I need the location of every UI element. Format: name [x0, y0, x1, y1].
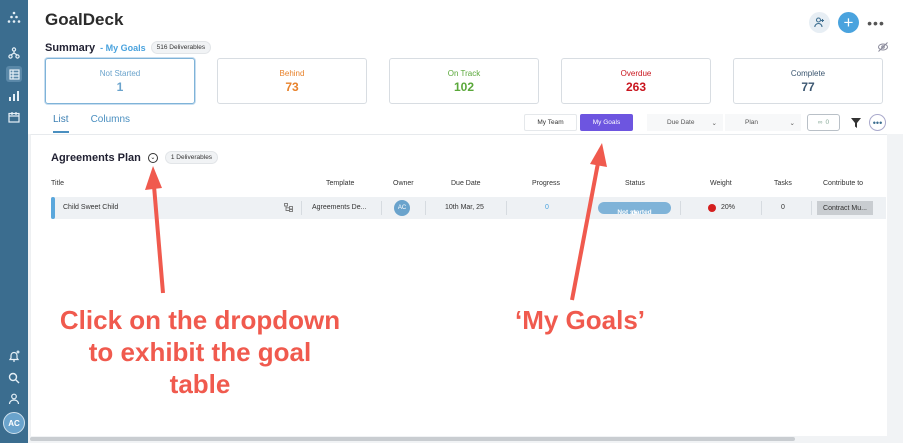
user-icon[interactable] [6, 391, 22, 407]
summary-card-complete[interactable]: Complete 77 [733, 58, 883, 104]
card-title: Overdue [620, 69, 652, 78]
divider [301, 201, 302, 215]
bell-icon[interactable] [6, 348, 22, 364]
logo-dots-icon[interactable] [6, 10, 22, 26]
hierarchy-icon[interactable] [284, 203, 293, 214]
filter-controls: My Team My Goals Due Date ⌄ Plan ⌄ ∞ 0 •… [524, 114, 886, 131]
add-user-button[interactable] [809, 12, 830, 33]
card-value: 102 [453, 80, 475, 94]
card-value: 77 [801, 80, 815, 94]
divider [761, 201, 762, 215]
tab-list[interactable]: List [53, 114, 69, 133]
plan-deliverables-badge: 1 Deliverables [164, 151, 219, 164]
card-title: On Track [447, 69, 481, 78]
card-title: Not Started [99, 69, 141, 78]
card-value: 1 [116, 80, 124, 94]
col-weight[interactable]: Weight [710, 180, 732, 187]
view-tabs: List Columns [53, 114, 130, 133]
summary-sub: - My Goals [100, 42, 146, 53]
deliverables-count-badge: 516 Deliverables [150, 41, 212, 54]
card-value: 73 [285, 80, 299, 94]
card-title: Behind [279, 69, 305, 78]
summary-label: Summary [45, 41, 96, 54]
status-badge[interactable]: ⟳ Not started [598, 202, 671, 217]
col-status[interactable]: Status [625, 180, 645, 187]
row-template: Agreements De... [312, 204, 367, 211]
divider [506, 201, 507, 215]
my-goals-button[interactable]: My Goals [580, 114, 633, 131]
more-options-button[interactable]: ••• [869, 114, 886, 131]
summary-card-on-track[interactable]: On Track 102 [389, 58, 539, 104]
card-value: 263 [625, 80, 647, 94]
my-team-button[interactable]: My Team [524, 114, 577, 131]
col-tasks[interactable]: Tasks [774, 180, 792, 187]
col-progress[interactable]: Progress [532, 180, 560, 187]
status-text: Not started [617, 209, 652, 216]
org-chart-icon[interactable] [6, 45, 22, 61]
plan-dropdown[interactable]: Plan ⌄ [725, 114, 801, 131]
row-indicator [51, 197, 55, 219]
due-date-label: Due Date [667, 119, 695, 126]
add-button[interactable]: + [838, 12, 859, 33]
summary-cards: Not Started 1 Behind 73 On Track 102 Overdue 26… [45, 58, 883, 104]
col-template[interactable]: Template [326, 180, 354, 187]
filter-icon[interactable] [849, 116, 863, 130]
plan-label: Plan [745, 119, 759, 126]
more-options-icon[interactable]: ••• [867, 15, 885, 31]
chevron-down-icon: ⌄ [711, 119, 717, 127]
col-contribute[interactable]: Contribute to [823, 180, 863, 187]
summary-card-not-started[interactable]: Not Started 1 [45, 58, 195, 104]
top-actions: + ••• [809, 12, 885, 33]
row-tasks: 0 [781, 204, 785, 211]
col-due-date[interactable]: Due Date [451, 180, 481, 187]
expand-dropdown-icon[interactable]: ⌄ [147, 152, 158, 163]
table-header: Title Template Owner Due Date Progress S… [31, 180, 888, 192]
bar-chart-icon[interactable] [6, 88, 22, 104]
plan-title: Agreements Plan [51, 151, 141, 164]
divider [381, 201, 382, 215]
avatar[interactable]: AC [3, 412, 25, 434]
left-rail: AC [0, 0, 28, 443]
link-count: 0 [825, 119, 830, 126]
summary-card-behind[interactable]: Behind 73 [217, 58, 367, 104]
horizontal-scrollbar[interactable] [30, 437, 795, 441]
due-date-dropdown[interactable]: Due Date ⌄ [647, 114, 723, 131]
row-progress[interactable]: 0 [545, 204, 549, 211]
divider [811, 201, 812, 215]
contribute-to-chip[interactable]: Contract Mu... [817, 201, 873, 215]
weight-indicator-dot [708, 204, 716, 212]
row-title[interactable]: Child Sweet Child [63, 204, 118, 211]
col-title[interactable]: Title [51, 180, 64, 187]
eye-off-icon[interactable] [877, 40, 889, 52]
plan-header: Agreements Plan ⌄ 1 Deliverables [51, 151, 219, 164]
annotation-right-text: ‘My Goals’ [514, 305, 646, 335]
link-count-button[interactable]: ∞ 0 [807, 114, 840, 131]
chevron-down-icon: ⌄ [789, 119, 795, 127]
plus-icon: + [843, 13, 854, 32]
card-title: Complete [790, 69, 826, 78]
table-row[interactable]: Child Sweet Child Agreements De... AC 10… [51, 197, 886, 219]
annotation-left-text: Click on the dropdown to exhibit the goa… [59, 305, 341, 399]
summary-header: Summary - My Goals 516 Deliverables [45, 41, 212, 54]
divider [680, 201, 681, 215]
owner-avatar[interactable]: AC [394, 200, 410, 216]
tab-columns[interactable]: Columns [91, 114, 130, 133]
row-weight: 20% [721, 204, 736, 211]
list-icon[interactable] [6, 66, 22, 82]
row-due-date: 10th Mar, 25 [445, 204, 484, 211]
search-icon[interactable] [6, 370, 22, 386]
summary-card-overdue[interactable]: Overdue 263 [561, 58, 711, 104]
app-title: GoalDeck [45, 10, 124, 29]
link-icon: ∞ [817, 119, 823, 126]
col-owner[interactable]: Owner [393, 180, 414, 187]
calendar-icon[interactable] [6, 109, 22, 125]
divider [425, 201, 426, 215]
